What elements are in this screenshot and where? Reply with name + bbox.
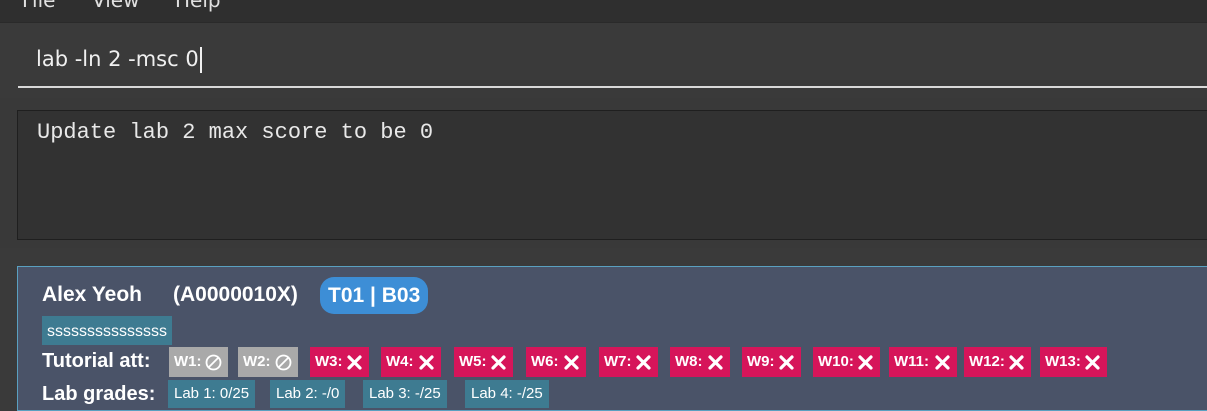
attendance-badge: W3: [310, 347, 369, 377]
student-tag: sssssssssssssss [42, 316, 172, 345]
cross-icon [935, 355, 950, 370]
attendance-week-label: W7: [604, 353, 632, 370]
cross-icon [1009, 355, 1024, 370]
attendance-badge: W2: [238, 347, 298, 377]
menu-view[interactable]: View [92, 0, 139, 12]
attendance-week-label: W13: [1045, 353, 1081, 370]
attendance-badge: W7: [599, 347, 658, 377]
cross-icon [564, 355, 579, 370]
menu-file[interactable]: File [22, 0, 55, 12]
lab-grade-badge: Lab 1: 0/25 [168, 380, 256, 408]
attendance-badge: W12: [964, 347, 1031, 377]
attendance-week-label: W6: [531, 353, 559, 370]
attendance-badge: W11: [889, 347, 957, 377]
attendance-week-label: W11: [894, 353, 930, 370]
command-input-text: lab -ln 2 -msc 0 [36, 47, 199, 71]
attendance-badge: W5: [454, 347, 513, 377]
text-cursor [199, 47, 202, 73]
lab-grade-badge: Lab 4: -/25 [465, 380, 549, 408]
lab-grade-badge: Lab 3: -/25 [363, 380, 447, 408]
attendance-week-label: W12: [969, 353, 1005, 370]
cross-icon [779, 355, 794, 370]
lab-grades-label: Lab grades: [42, 383, 156, 405]
attendance-badge: W1: [169, 347, 228, 377]
attendance-week-label: W9: [747, 353, 775, 370]
cross-icon [708, 355, 723, 370]
tutorial-attendance-label: Tutorial att: [42, 350, 151, 372]
attendance-week-label: W2: [243, 353, 271, 370]
attendance-badge: W6: [526, 347, 586, 377]
menu-help[interactable]: Help [175, 0, 221, 12]
prohibited-icon [205, 354, 222, 371]
menu-bar: File View Help [0, 0, 1207, 22]
attendance-week-label: W4: [386, 353, 414, 370]
attendance-week-label: W5: [459, 353, 487, 370]
attendance-badge: W8: [670, 347, 730, 377]
cross-icon [1085, 355, 1100, 370]
student-name: Alex Yeoh [42, 283, 142, 306]
attendance-week-label: W3: [315, 353, 343, 370]
command-input[interactable]: lab -ln 2 -msc 0 [18, 30, 1207, 88]
student-id: (A0000010X) [173, 283, 298, 306]
cross-icon [419, 355, 434, 370]
group-badge: T01 | B03 [320, 277, 429, 314]
cross-icon [347, 355, 362, 370]
attendance-week-label: W10: [818, 353, 854, 370]
attendance-badge: W13: [1040, 347, 1107, 377]
attendance-badge: W4: [381, 347, 441, 377]
prohibited-icon [275, 354, 292, 371]
result-text: Update lab 2 max score to be 0 [37, 120, 434, 145]
attendance-badge: W9: [742, 347, 801, 377]
lab-grade-badge: Lab 2: -/0 [270, 380, 346, 408]
cross-icon [858, 355, 873, 370]
attendance-badge: W10: [813, 347, 880, 377]
attendance-week-label: W8: [675, 353, 703, 370]
attendance-week-label: W1: [174, 353, 202, 370]
cross-icon [636, 355, 651, 370]
cross-icon [491, 355, 506, 370]
